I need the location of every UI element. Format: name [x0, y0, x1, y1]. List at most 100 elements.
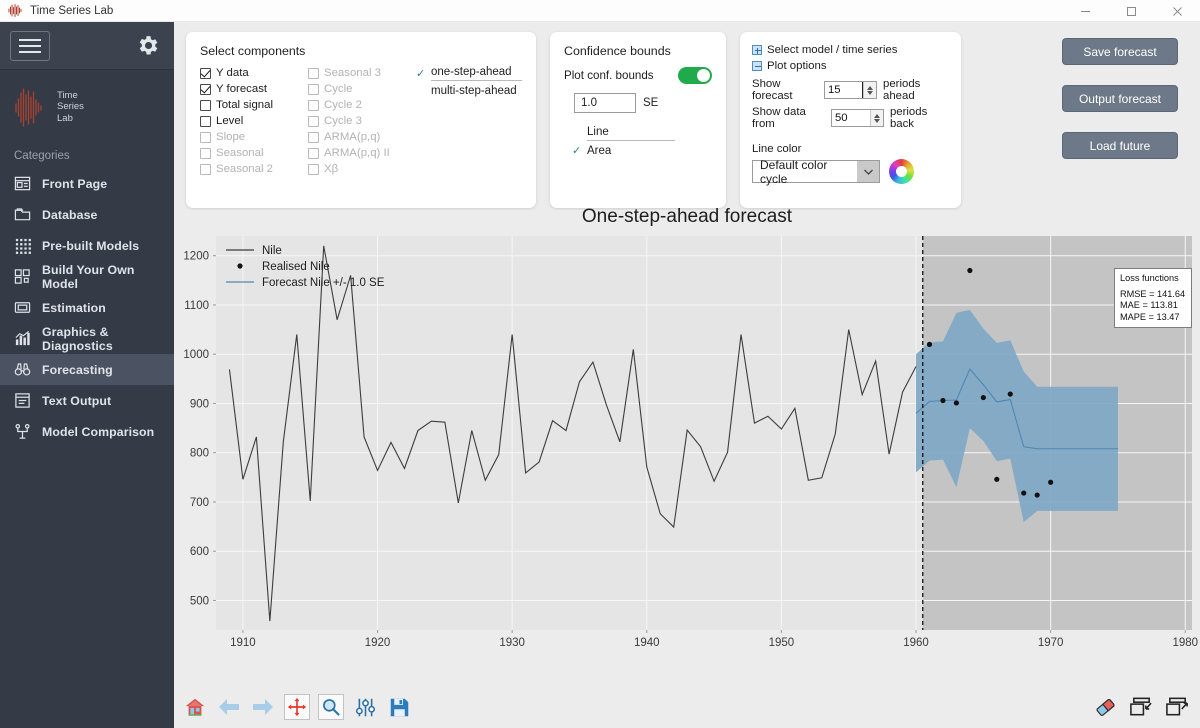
component-checkbox-cycle-2: Cycle 2: [308, 97, 410, 113]
sidebar-header: [0, 22, 174, 70]
sidebar-item-label: Estimation: [42, 300, 106, 315]
brand-line-1: Time: [57, 89, 78, 101]
tree-item-plot-options[interactable]: Plot options: [752, 58, 949, 74]
component-checkbox-y-forecast[interactable]: Y forecast: [200, 81, 308, 97]
zoom-icon[interactable]: [318, 694, 344, 720]
step-option-label: multi-step-ahead: [431, 84, 517, 97]
component-checkbox-y-data[interactable]: Y data: [200, 65, 308, 81]
line-color-select[interactable]: Default color cycle: [752, 158, 880, 186]
checkbox-label: Xβ: [324, 163, 339, 175]
y-tick-label: 900: [190, 398, 209, 410]
menu-toggle-icon[interactable]: [10, 30, 50, 61]
sidebar-nav: Front Page Database Pre-built Models Build …: [0, 168, 174, 447]
brand-waveform-icon: [14, 86, 48, 128]
plot-toolbar-left: [174, 694, 412, 720]
maximize-button[interactable]: [1108, 0, 1154, 22]
checkbox-box[interactable]: [200, 83, 211, 95]
show-data-from-value[interactable]: 50: [832, 110, 870, 126]
sidebar-item-model-comparison[interactable]: Model Comparison: [0, 416, 174, 447]
legend-label: Forecast Nile +/- 1.0 SE: [262, 277, 385, 289]
component-checkbox-level[interactable]: Level: [200, 113, 308, 129]
expander-icon[interactable]: [752, 45, 762, 55]
checkbox-label: Cycle: [324, 83, 353, 95]
x-tick-label: 1950: [769, 637, 795, 649]
show-data-from-stepper[interactable]: 50: [830, 109, 884, 127]
expander-icon[interactable]: [752, 61, 762, 71]
checkbox-box[interactable]: [200, 99, 211, 111]
sidebar-item-label: Database: [42, 207, 98, 222]
chart-canvas[interactable]: 500 600 700 800 900 1000 1100 1200 1910 1920 1930 1…: [174, 228, 1200, 658]
checkbox-box: [308, 83, 319, 95]
sidebar-item-front-page[interactable]: Front Page: [0, 168, 174, 199]
check-icon: ✓: [416, 68, 426, 80]
component-checkbox-total-signal[interactable]: Total signal: [200, 97, 308, 113]
show-data-from-arrows[interactable]: [869, 110, 883, 126]
check-icon: ✓: [572, 145, 582, 157]
x-tick-label: 1920: [365, 637, 391, 649]
model-options-panel: Select model / time series Plot options S…: [740, 32, 961, 208]
back-arrow-icon[interactable]: [216, 694, 242, 720]
bound-style-line[interactable]: Line: [572, 125, 712, 142]
step-option-multi-step-ahead[interactable]: multi-step-ahead: [416, 82, 522, 99]
window-title-text: Time Series Lab: [30, 4, 114, 17]
plot-conf-bounds-row: Plot conf. bounds: [564, 67, 712, 84]
sidebar: Time Series Lab Categories Front Page Dat…: [0, 22, 174, 728]
loss-value: MAPE = 13.47: [1120, 311, 1180, 322]
component-checkbox-seasonal-3: Seasonal 3: [308, 65, 410, 81]
x-tick-label: 1970: [1038, 637, 1064, 649]
save-forecast-button[interactable]: Save forecast: [1062, 38, 1178, 65]
checkbox-label: ARMA(p,q) II: [324, 147, 390, 159]
show-forecast-stepper[interactable]: 15: [824, 81, 877, 99]
show-forecast-value[interactable]: 15: [825, 82, 863, 98]
step-option-one-step-ahead[interactable]: ✓ one-step-ahead: [416, 65, 522, 82]
pan-icon[interactable]: [284, 694, 310, 720]
component-checkbox-slope: Slope: [200, 129, 308, 145]
window-expand-icon[interactable]: [1164, 694, 1190, 720]
checkbox-box: [308, 131, 319, 143]
show-forecast-suffix: periods ahead: [883, 78, 921, 102]
y-tick-label: 1000: [183, 349, 209, 361]
x-tick-label: 1930: [499, 637, 525, 649]
line-color-label: Line color: [752, 143, 802, 155]
sidebar-item-text-output[interactable]: Text Output: [0, 385, 174, 416]
tree-item-select-model-time-series[interactable]: Select model / time series: [752, 42, 949, 58]
sidebar-item-graphics-diagnostics[interactable]: Graphics & Diagnostics: [0, 323, 174, 354]
forward-arrow-icon[interactable]: [250, 694, 276, 720]
se-input[interactable]: 1.0: [574, 93, 636, 113]
close-button[interactable]: [1154, 0, 1200, 22]
sliders-icon[interactable]: [352, 694, 378, 720]
save-disk-icon[interactable]: [386, 694, 412, 720]
window-shrink-icon[interactable]: [1128, 694, 1154, 720]
sidebar-item-estimation[interactable]: Estimation: [0, 292, 174, 323]
sidebar-item-build-your-own-model[interactable]: Build Your Own Model: [0, 261, 174, 292]
eraser-icon[interactable]: [1092, 694, 1118, 720]
bound-style-area[interactable]: ✓ Area: [572, 142, 712, 159]
checkbox-box[interactable]: [200, 67, 211, 79]
sidebar-item-pre-built-models[interactable]: Pre-built Models: [0, 230, 174, 261]
compare-icon: [14, 423, 31, 440]
forecast-chart: One-step-ahead forecast 500 600 700 800 900 1…: [174, 206, 1200, 686]
checkbox-box: [200, 163, 211, 175]
color-wheel-icon[interactable]: [889, 159, 914, 184]
load-future-button[interactable]: Load future: [1062, 132, 1178, 159]
output-forecast-button[interactable]: Output forecast: [1062, 85, 1178, 112]
legend-label: Realised Nile: [262, 261, 330, 273]
checkbox-label: Slope: [216, 131, 246, 143]
minimize-button[interactable]: [1062, 0, 1108, 22]
confidence-bounds-panel: Confidence bounds Plot conf. bounds 1.0 …: [550, 32, 726, 208]
sidebar-item-database[interactable]: Database: [0, 199, 174, 230]
show-data-from-label: Show data from: [752, 106, 806, 130]
component-checkbox-cycle-3: Cycle 3: [308, 113, 410, 129]
select-components-panel: Select components Y data Y forecast Total …: [186, 32, 536, 208]
checkbox-box[interactable]: [200, 115, 211, 127]
home-icon[interactable]: [182, 694, 208, 720]
show-forecast-arrows[interactable]: [863, 82, 876, 98]
sidebar-item-forecasting[interactable]: Forecasting: [0, 354, 174, 385]
plot-conf-bounds-toggle[interactable]: [678, 67, 712, 84]
chevron-down-icon[interactable]: [857, 161, 879, 182]
settings-gear-icon[interactable]: [134, 33, 160, 59]
line-color-row: Default color cycle: [752, 158, 949, 186]
binoculars-icon: [14, 361, 31, 378]
sidebar-item-label: Text Output: [42, 393, 112, 408]
checkbox-label: Y data: [216, 67, 249, 79]
